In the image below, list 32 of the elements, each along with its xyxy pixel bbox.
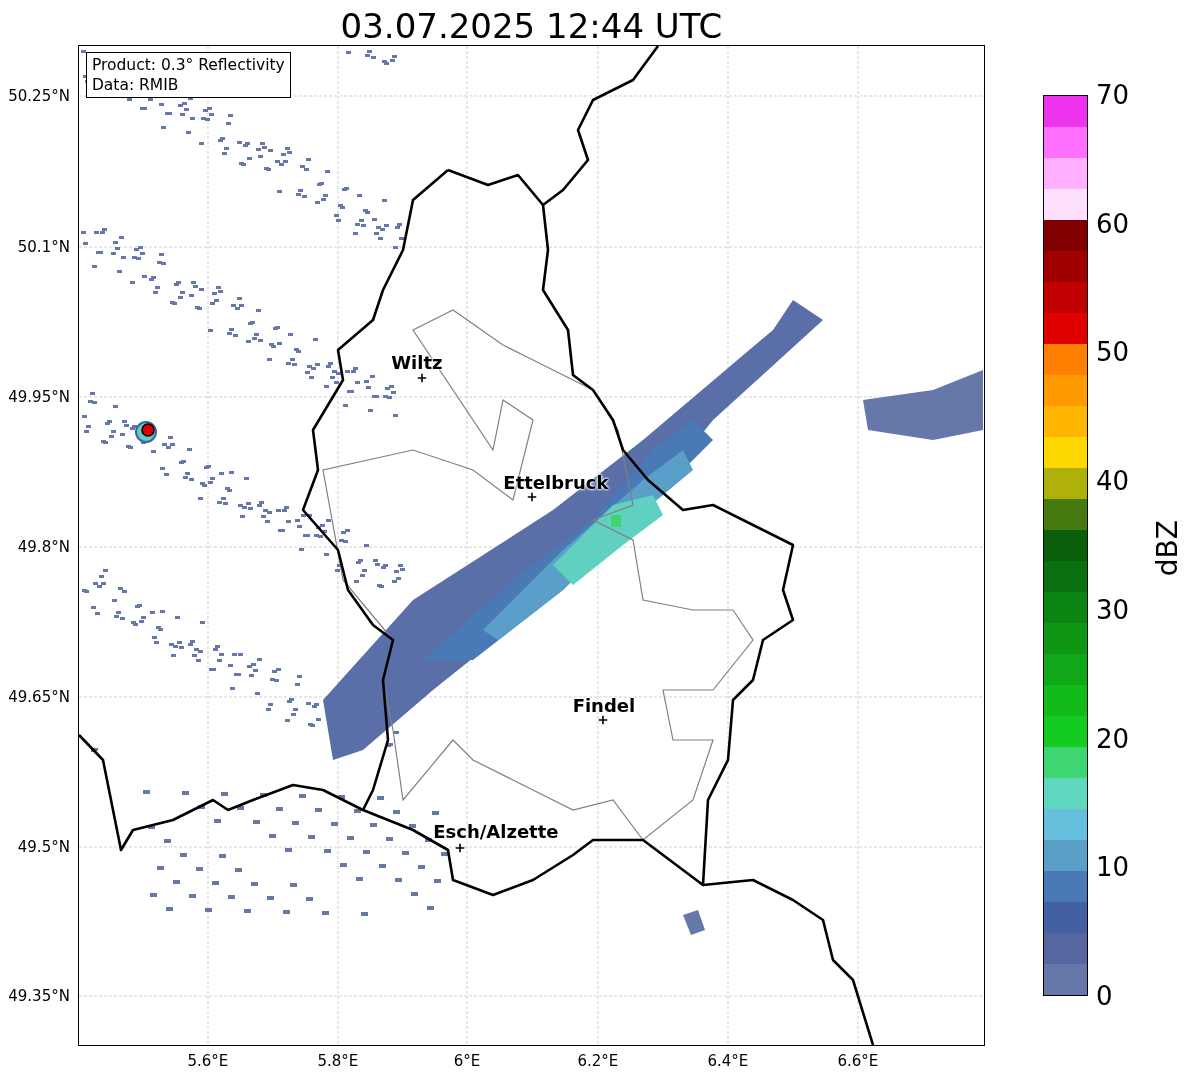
axis-tick-label: 49.35°N <box>8 987 70 1005</box>
colorbar-tick-label: 0 <box>1095 980 1114 1011</box>
location-marker-icon <box>527 492 537 502</box>
place-label: Findel <box>572 694 636 716</box>
place-label: Esch/Alzette <box>433 820 559 842</box>
colorbar-tick-label: 30 <box>1095 594 1129 625</box>
info-text: Data: RMIB <box>91 75 180 95</box>
colorbar-tick-label: 10 <box>1095 852 1129 883</box>
chart-title: 03.07.2025 12:44 UTC <box>339 5 724 45</box>
colorbar-tick-label: 20 <box>1095 723 1129 754</box>
colorbar-tick-label: 40 <box>1095 466 1129 497</box>
location-marker-icon <box>417 373 427 383</box>
axis-tick-label: 49.8°N <box>17 538 70 556</box>
axis-tick-label: 50.25°N <box>8 87 70 105</box>
axis-tick-label: 5.6°E <box>187 1052 229 1070</box>
axis-tick-label: 6°E <box>453 1052 481 1070</box>
axis-tick-label: 6.6°E <box>837 1052 879 1070</box>
axis-tick-label: 49.95°N <box>8 388 70 406</box>
axis-tick-label: 49.5°N <box>17 838 70 856</box>
colorbar-tick-label: 60 <box>1095 208 1129 239</box>
axis-tick-label: 6.4°E <box>707 1052 749 1070</box>
axis-tick-label: 49.65°N <box>8 688 70 706</box>
colorbar-tick-label: 50 <box>1095 337 1129 368</box>
axis-tick-label: 50.1°N <box>17 238 70 256</box>
location-marker-icon <box>455 843 465 853</box>
info-text: Product: 0.3° Reflectivity <box>91 55 285 75</box>
location-marker-icon <box>598 715 608 725</box>
place-label: Wiltz <box>391 351 443 373</box>
axis-tick-label: 5.8°E <box>317 1052 359 1070</box>
colorbar-tick-label: 70 <box>1095 80 1129 110</box>
colorbar-label: dBZ <box>1151 520 1184 577</box>
axis-tick-label: 6.2°E <box>577 1052 619 1070</box>
